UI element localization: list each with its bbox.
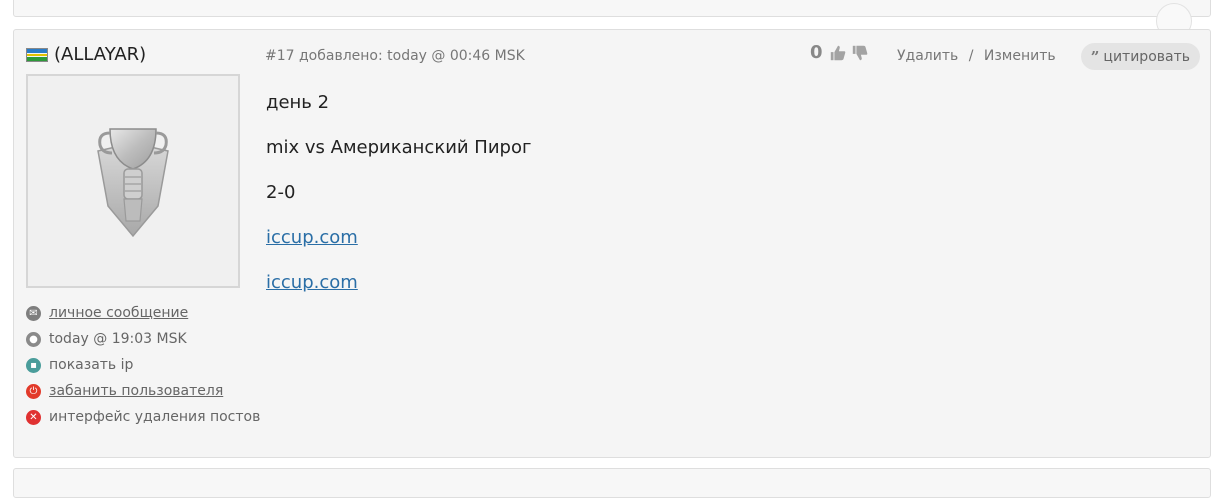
post-link[interactable]: iccup.com — [266, 227, 358, 248]
post-rating: 0 — [810, 42, 869, 63]
thumbs-up-icon[interactable] — [829, 44, 847, 62]
post-link[interactable]: iccup.com — [266, 272, 358, 293]
username-label: (ALLAYAR) — [54, 44, 147, 65]
forum-post: (ALLAYAR) ✉ личное сообщение ● today @ 1… — [13, 29, 1211, 458]
quote-button[interactable]: ” цитировать — [1080, 43, 1200, 70]
send-message-item[interactable]: ✉ личное сообщение — [26, 300, 260, 326]
actions-separator: / — [968, 48, 974, 64]
ban-user-item[interactable]: ⏻ забанить пользователя — [26, 378, 260, 404]
delete-interface-link[interactable]: интерфейс удаления постов — [49, 409, 260, 425]
mail-icon: ✉ — [26, 305, 41, 321]
post-line: день 2 — [266, 92, 330, 113]
post-author[interactable]: (ALLAYAR) — [26, 44, 146, 65]
trophy-avatar-image — [97, 128, 169, 238]
post-meta: #17 добавлено: today @ 00:46 MSK — [265, 48, 525, 64]
last-seen-item: ● today @ 19:03 MSK — [26, 326, 260, 352]
ban-user-link[interactable]: забанить пользователя — [49, 383, 223, 399]
post-link-line: iccup.com — [266, 225, 531, 270]
show-ip-item[interactable]: ▪ показать ip — [26, 352, 260, 378]
avatar — [26, 74, 240, 288]
close-icon: ✕ — [26, 409, 41, 425]
rating-score: 0 — [810, 42, 823, 63]
quote-icon: ” — [1090, 47, 1100, 66]
send-message-link[interactable]: личное сообщение — [49, 305, 188, 321]
quote-label: цитировать — [1103, 48, 1190, 65]
show-ip-link[interactable]: показать ip — [49, 357, 133, 373]
delete-post-link[interactable]: Удалить — [897, 48, 958, 64]
clock-icon: ● — [26, 331, 41, 347]
thumbs-down-icon[interactable] — [851, 44, 869, 62]
post-body: день 2 mix vs Американский Пирог 2-0 icc… — [266, 90, 531, 315]
post-line: mix vs Американский Пирог — [266, 137, 532, 158]
ip-icon: ▪ — [26, 357, 41, 373]
post-actions: Удалить / Изменить — [897, 48, 1056, 64]
previous-post-card — [13, 0, 1211, 39]
last-seen-text: today @ 19:03 MSK — [49, 331, 187, 347]
delete-interface-item[interactable]: ✕ интерфейс удаления постов — [26, 404, 260, 430]
user-actions-list: ✉ личное сообщение ● today @ 19:03 MSK ▪… — [26, 300, 260, 430]
post-link-line: iccup.com — [266, 270, 531, 315]
edit-post-link[interactable]: Изменить — [984, 48, 1056, 64]
flag-icon — [26, 47, 48, 62]
next-post-card — [13, 468, 1211, 498]
power-icon: ⏻ — [26, 383, 41, 399]
post-line: 2-0 — [266, 182, 296, 203]
